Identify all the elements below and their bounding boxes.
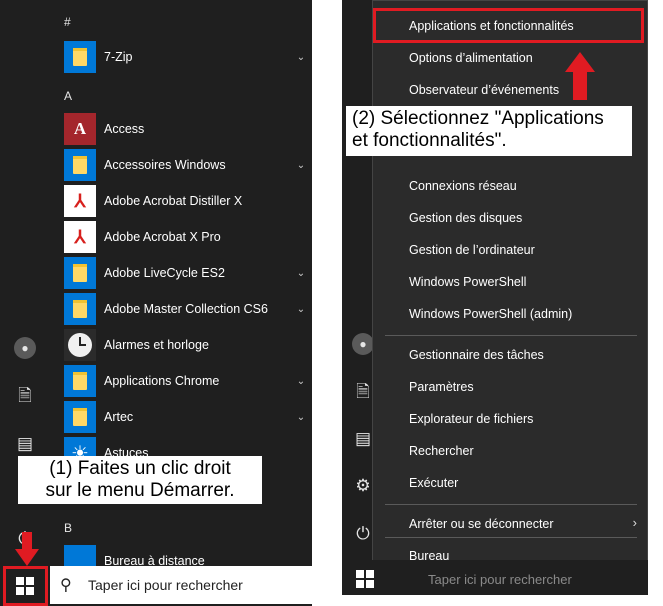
folder-icon xyxy=(64,41,96,73)
start-button-highlight xyxy=(3,566,48,606)
chevron-down-icon[interactable]: ⌄ xyxy=(294,376,308,387)
app-item-applications-chrome[interactable]: Applications Chrome ⌄ xyxy=(64,364,308,398)
callout-step-1-line2: sur le menu Démarrer. xyxy=(45,480,235,501)
app-item-master-collection[interactable]: Adobe Master Collection CS6 ⌄ xyxy=(64,292,308,326)
app-item-alarmes[interactable]: Alarmes et horloge xyxy=(64,328,308,362)
search-icon: ⚲ xyxy=(60,577,72,594)
app-item-bureau-distance[interactable]: Bureau à distance xyxy=(64,544,308,567)
applications-item-highlight xyxy=(373,8,644,43)
acrobat-icon: ⅄ xyxy=(64,221,96,253)
menu-item-gestionnaire-taches[interactable]: Gestionnaire des tâches xyxy=(409,348,544,362)
folder-icon xyxy=(64,257,96,289)
app-label: Adobe Acrobat X Pro xyxy=(104,230,221,244)
app-label: Adobe LiveCycle ES2 xyxy=(104,266,225,280)
app-item-livecycle[interactable]: Adobe LiveCycle ES2 ⌄ xyxy=(64,256,308,290)
document-icon[interactable]: 🗎 xyxy=(13,384,37,408)
chevron-right-icon: › xyxy=(632,515,637,530)
callout-step-2: (2) Sélectionnez "Applications et foncti… xyxy=(346,106,632,156)
menu-item-options-alimentation[interactable]: Options d’alimentation xyxy=(409,51,533,65)
app-label: 7-Zip xyxy=(104,50,133,64)
folder-icon xyxy=(64,293,96,325)
chevron-down-icon[interactable]: ⌄ xyxy=(294,412,308,423)
remote-desktop-icon xyxy=(64,545,96,567)
folder-icon xyxy=(64,401,96,433)
user-avatar-icon[interactable]: ● xyxy=(14,337,36,359)
section-header-b[interactable]: B xyxy=(64,521,72,535)
callout-step-1-line1: (1) Faites un clic droit xyxy=(49,458,231,479)
app-item-acrobat-pro[interactable]: ⅄ Adobe Acrobat X Pro xyxy=(64,220,308,254)
callout-step-2-line2: et fonctionnalités". xyxy=(352,130,507,151)
app-label: Alarmes et horloge xyxy=(104,338,209,352)
chevron-down-icon[interactable]: ⌄ xyxy=(294,268,308,279)
menu-separator xyxy=(385,504,637,505)
app-label: Applications Chrome xyxy=(104,374,220,388)
clock-icon xyxy=(64,329,96,361)
callout-step-2-line1: (2) Sélectionnez "Applications xyxy=(352,108,604,129)
search-placeholder-right[interactable]: Taper ici pour rechercher xyxy=(428,572,572,587)
app-label: Adobe Acrobat Distiller X xyxy=(104,194,243,208)
menu-item-explorateur[interactable]: Explorateur de fichiers xyxy=(409,412,533,426)
app-item-7zip[interactable]: 7-Zip ⌄ xyxy=(64,40,308,74)
taskbar-right: Taper ici pour rechercher xyxy=(342,560,648,595)
start-menu-panel: ● 🗎 ▤ ⚙ ⏻ # 7-Zip ⌄ A A Access Accessoir… xyxy=(0,0,312,606)
access-icon: A xyxy=(64,113,96,145)
chevron-down-icon[interactable]: ⌄ xyxy=(294,304,308,315)
app-label: Adobe Master Collection CS6 xyxy=(104,302,268,316)
app-item-access[interactable]: A Access xyxy=(64,112,308,146)
windows-logo-icon[interactable] xyxy=(356,570,374,588)
app-label: Artec xyxy=(104,410,134,424)
menu-item-powershell[interactable]: Windows PowerShell xyxy=(409,275,526,289)
menu-item-observateur[interactable]: Observateur d’événements xyxy=(409,83,559,97)
taskbar-search-box[interactable]: ⚲ Taper ici pour rechercher xyxy=(50,566,312,604)
menu-item-rechercher[interactable]: Rechercher xyxy=(409,444,474,458)
menu-item-gestion-disques[interactable]: Gestion des disques xyxy=(409,211,522,225)
app-item-accessoires-windows[interactable]: Accessoires Windows ⌄ xyxy=(64,148,308,182)
menu-separator xyxy=(385,537,637,538)
app-label: Access xyxy=(104,122,145,136)
context-menu: Applications et fonctionnalités Options … xyxy=(372,0,648,580)
callout-step-1: (1) Faites un clic droit sur le menu Dém… xyxy=(18,456,262,504)
chevron-down-icon[interactable]: ⌄ xyxy=(294,52,308,63)
menu-item-gestion-ordinateur[interactable]: Gestion de l’ordinateur xyxy=(409,243,535,257)
user-avatar-icon[interactable]: ● xyxy=(352,333,374,355)
app-item-acrobat-distiller[interactable]: ⅄ Adobe Acrobat Distiller X xyxy=(64,184,308,218)
search-placeholder: Taper ici pour rechercher xyxy=(88,577,243,593)
app-item-artec[interactable]: Artec ⌄ xyxy=(64,400,308,434)
menu-separator xyxy=(385,335,637,336)
chevron-down-icon[interactable]: ⌄ xyxy=(294,160,308,171)
start-menu-rail-right: ● 🗎 ▤ ⚙ ⏻ xyxy=(342,0,374,560)
acrobat-icon: ⅄ xyxy=(64,185,96,217)
menu-item-powershell-admin[interactable]: Windows PowerShell (admin) xyxy=(409,307,572,321)
section-header-a[interactable]: A xyxy=(64,89,72,103)
menu-item-arreter[interactable]: Arrêter ou se déconnecter xyxy=(409,517,554,531)
menu-item-parametres[interactable]: Paramètres xyxy=(409,380,474,394)
app-label: Accessoires Windows xyxy=(104,158,226,172)
folder-icon xyxy=(64,149,96,181)
menu-item-connexions-reseau[interactable]: Connexions réseau xyxy=(409,179,517,193)
red-up-arrow-icon xyxy=(565,52,595,100)
section-header-hash[interactable]: # xyxy=(64,15,71,29)
red-down-arrow-icon xyxy=(15,532,39,566)
menu-item-executer[interactable]: Exécuter xyxy=(409,476,458,490)
folder-icon xyxy=(64,365,96,397)
pictures-icon[interactable]: ▤ xyxy=(13,432,37,456)
